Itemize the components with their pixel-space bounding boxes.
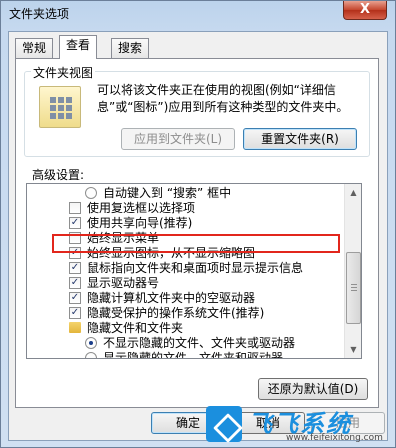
folder-options-window: 文件夹选项 X 常规 查看 搜索 文件夹视图 可以将该文件夹正在使用的视图(例如… xyxy=(0,0,396,448)
list-item-label: 使用共享向导(推荐) xyxy=(87,216,193,230)
list-item-label: 鼠标指向文件夹和桌面项时显示提示信息 xyxy=(87,261,304,275)
vertical-scrollbar[interactable]: ▲ ▼ xyxy=(344,184,361,358)
folder-views-group: 文件夹视图 可以将该文件夹正在使用的视图(例如“详细信息”或“图标”)应用到所有… xyxy=(24,64,370,157)
scroll-up-icon[interactable]: ▲ xyxy=(345,184,361,201)
radio-button[interactable] xyxy=(85,187,97,199)
list-item-label: 隐藏计算机文件夹中的空驱动器 xyxy=(87,291,256,305)
checkbox-checked[interactable]: ✓ xyxy=(69,307,81,319)
list-item-label: 隐藏文件和文件夹 xyxy=(87,321,184,335)
list-item-label: 始终显示菜单 xyxy=(87,231,160,245)
folder-view-icon xyxy=(39,86,81,128)
list-item-label: 自动键入到 “搜索” 框中 xyxy=(103,186,232,200)
close-button[interactable]: X xyxy=(343,1,387,20)
checkbox-checked[interactable]: ✓ xyxy=(69,247,81,259)
reset-folders-button[interactable]: 重置文件夹(R) xyxy=(243,128,357,150)
view-tab-panel: 文件夹视图 可以将该文件夹正在使用的视图(例如“详细信息”或“图标”)应用到所有… xyxy=(15,58,379,408)
checkbox-checked[interactable]: ✓ xyxy=(69,277,81,289)
list-item-label: 显示隐藏的文件、文件夹和驱动器 xyxy=(103,351,284,359)
tab-general[interactable]: 常规 xyxy=(15,38,54,58)
advanced-settings-title: 高级设置: xyxy=(32,168,85,182)
checkbox-checked[interactable]: ✓ xyxy=(69,292,81,304)
window-title: 文件夹选项 xyxy=(9,7,70,21)
list-item-label: 使用复选框以选择项 xyxy=(87,201,196,215)
apply-to-folders-button[interactable]: 应用到文件夹(L) xyxy=(121,128,235,150)
restore-defaults-button[interactable]: 还原为默认值(D) xyxy=(258,378,368,400)
dialog-client: 常规 查看 搜索 文件夹视图 可以将该文件夹正在使用的视图(例如“详细信息”或“… xyxy=(8,31,388,441)
list-item-label: 隐藏受保护的操作系统文件(推荐) xyxy=(87,306,265,320)
tab-search[interactable]: 搜索 xyxy=(111,38,150,58)
radio-button-selected[interactable] xyxy=(85,337,97,349)
watermark: 飞飞系统 www.feifeixitong.com xyxy=(206,402,396,448)
list-item-label: 始终显示图标，从不显示缩略图 xyxy=(87,246,256,260)
watermark-logo-icon xyxy=(206,406,242,442)
folder-views-description: 可以将该文件夹正在使用的视图(例如“详细信息”或“图标”)应用到所有这种类型的文… xyxy=(97,83,349,114)
advanced-settings-list[interactable]: 自动键入到 “搜索” 框中 使用复选框以选择项 ✓ 使用共享向导(推荐) 始终显… xyxy=(26,183,362,359)
list-item-label: 显示驱动器号 xyxy=(87,276,160,290)
watermark-url: www.feifeixitong.com xyxy=(286,433,383,443)
checkbox-checked[interactable]: ✓ xyxy=(69,217,81,229)
title-bar[interactable]: 文件夹选项 X xyxy=(1,1,395,27)
checkbox[interactable] xyxy=(69,202,81,214)
folder-views-title: 文件夹视图 xyxy=(31,64,96,81)
checkbox-checked[interactable]: ✓ xyxy=(69,262,81,274)
scroll-down-icon[interactable]: ▼ xyxy=(345,341,361,358)
tab-view[interactable]: 查看 xyxy=(59,35,98,59)
scroll-thumb[interactable] xyxy=(346,252,361,324)
radio-button[interactable] xyxy=(85,352,97,358)
folder-icon xyxy=(69,322,81,333)
checkbox[interactable] xyxy=(69,232,81,244)
list-item-label: 不显示隐藏的文件、文件夹或驱动器 xyxy=(103,336,296,350)
